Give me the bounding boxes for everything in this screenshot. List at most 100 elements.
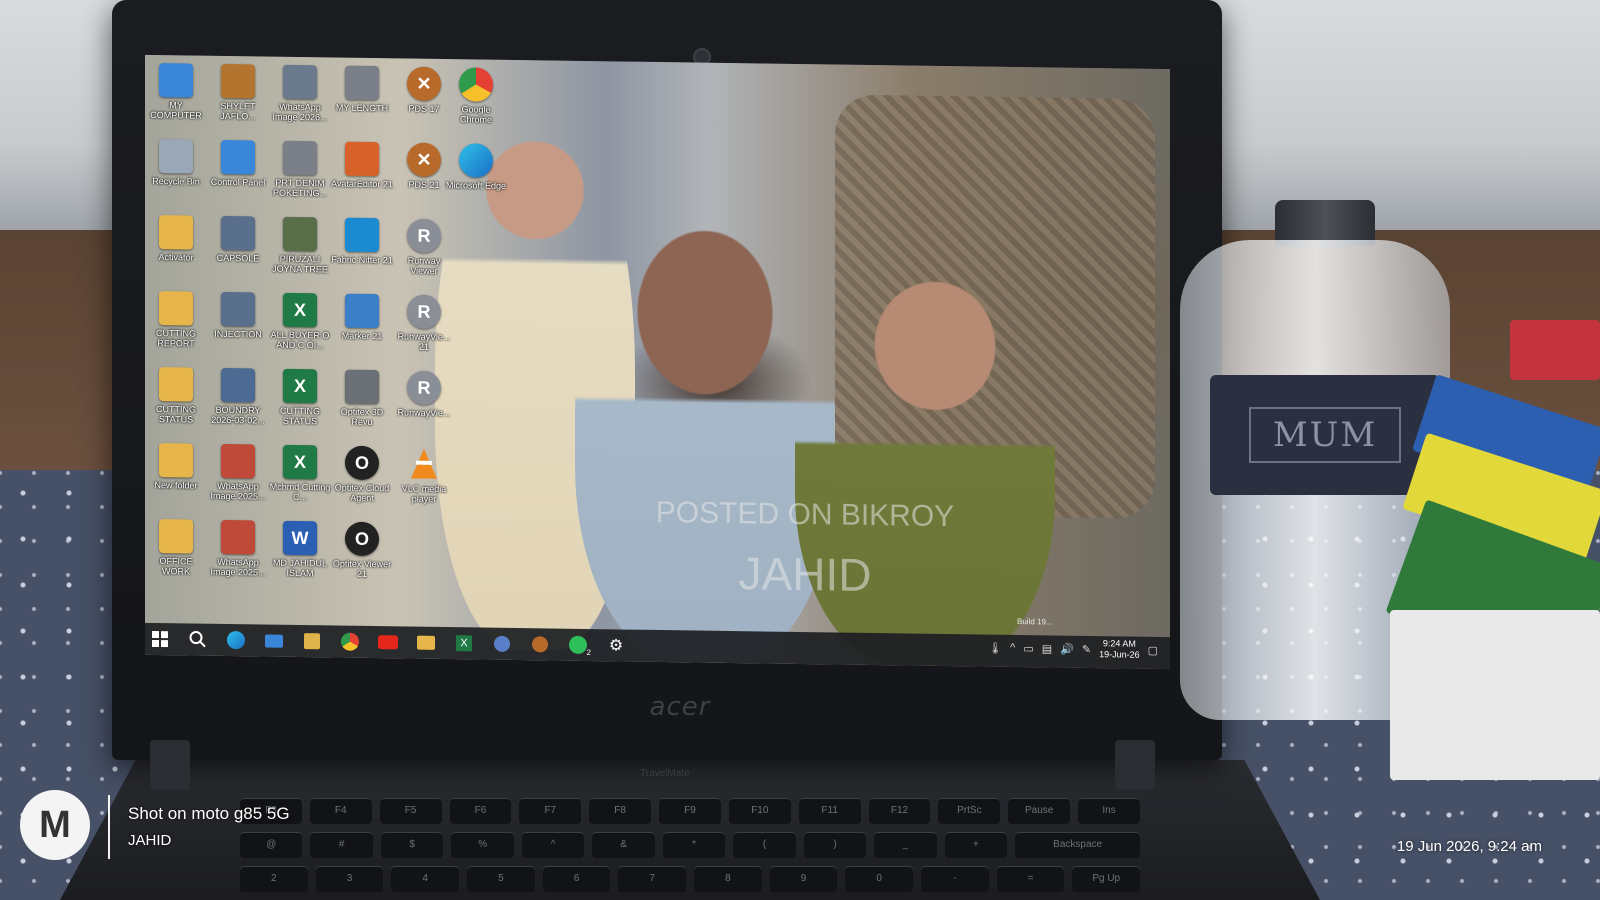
desktop-icon[interactable]: CUTTING STATUS bbox=[145, 367, 207, 425]
whatsapp-icon[interactable]: 2 bbox=[563, 631, 593, 659]
desktop-icon[interactable]: SHYLET JAFLO... bbox=[207, 63, 269, 122]
shot-author-text: JAHID bbox=[128, 832, 172, 849]
document-icon bbox=[345, 65, 379, 101]
whatsapp-badge: 2 bbox=[586, 648, 591, 658]
desktop-icon[interactable]: BOUNDRY 2026-03-02... bbox=[207, 367, 269, 426]
volume-icon[interactable]: 🔊 bbox=[1060, 642, 1074, 655]
desktop-icon[interactable]: VLC media player bbox=[393, 446, 455, 504]
key: F10 bbox=[728, 798, 791, 824]
key: & bbox=[592, 832, 655, 858]
desktop-icon-label: Optitex Viewer 21 bbox=[332, 558, 392, 579]
desktop-icon-label: AvatarEditor 21 bbox=[331, 178, 393, 190]
desktop-icon-label: MY COMPUTER bbox=[150, 100, 202, 121]
mail-icon[interactable] bbox=[259, 626, 289, 654]
network-icon[interactable]: ▤ bbox=[1042, 642, 1052, 655]
desktop-icon-label: INJECTION bbox=[214, 328, 262, 340]
key: - bbox=[921, 866, 989, 892]
desktop-icon[interactable]: WhatsApp Image 2026... bbox=[269, 64, 331, 123]
clock-time: 9:24 AM bbox=[1102, 638, 1136, 649]
desktop-icon[interactable]: Control Panel bbox=[207, 139, 269, 188]
desktop-icon[interactable]: O Optitex Cloud Agent bbox=[331, 445, 393, 503]
youtube-icon[interactable] bbox=[373, 628, 403, 656]
desktop-icon[interactable]: WhatsApp Image 2025... bbox=[207, 443, 269, 502]
file-explorer-icon[interactable] bbox=[411, 629, 441, 657]
pds-icon[interactable] bbox=[525, 630, 555, 658]
system-tray: 🌡 ^ ▭ ▤ 🔊 ✎ 9:24 AM 19-Jun-26 ▢ bbox=[988, 637, 1158, 661]
key: = bbox=[996, 866, 1065, 892]
laptop-brand-logo: acer bbox=[649, 692, 711, 722]
desktop-icon[interactable]: Microsoft Edge bbox=[445, 143, 507, 191]
temperature-icon[interactable]: 🌡 bbox=[988, 641, 1002, 654]
excel-icon: X bbox=[283, 292, 317, 328]
desktop-icon-label: WhatsApp Image 2026... bbox=[272, 101, 328, 123]
desktop-icon[interactable]: MY LENGTH bbox=[331, 65, 393, 113]
taskbar-clock[interactable]: 9:24 AM 19-Jun-26 bbox=[1099, 638, 1140, 661]
desktop-icon[interactable]: CAPSOLE bbox=[207, 215, 269, 264]
search-icon[interactable] bbox=[183, 625, 213, 653]
desktop-icon[interactable]: AvatarEditor 21 bbox=[331, 141, 393, 189]
desktop-icon[interactable]: X ALL BUYER O AND C OI... bbox=[269, 292, 331, 351]
key: Pg Up bbox=[1072, 866, 1141, 892]
excel-icon[interactable]: X bbox=[449, 629, 479, 657]
desktop-icon-label: MY LENGTH bbox=[335, 102, 389, 114]
watermark-line1: POSTED ON BIKROY bbox=[655, 495, 955, 534]
desktop-icon[interactable]: R Runway Viewer bbox=[393, 218, 455, 276]
desktop-icon[interactable]: Recycle Bin bbox=[145, 139, 207, 187]
desktop-icon[interactable]: Activator bbox=[145, 215, 207, 263]
desktop-icon[interactable]: Marker 21 bbox=[331, 293, 393, 341]
book-red bbox=[1510, 320, 1600, 380]
desktop-icon[interactable]: PIRUZALI JOYNA TREE bbox=[269, 216, 331, 275]
desktop-icon[interactable]: O Optitex Viewer 21 bbox=[331, 521, 393, 579]
desktop-icon[interactable]: W MD JAHIDUL ISLAM bbox=[269, 520, 331, 579]
document-icon bbox=[221, 291, 255, 327]
desktop-icon[interactable]: MY COMPUTER bbox=[145, 63, 207, 121]
optitex-3d-icon bbox=[345, 369, 379, 405]
key: # bbox=[310, 832, 373, 858]
key: $ bbox=[380, 832, 444, 858]
key: PrtSc bbox=[938, 798, 1001, 824]
folder-icon bbox=[159, 443, 193, 478]
desktop-icon[interactable]: Fabric Nifter 21 bbox=[331, 217, 393, 265]
desktop-icon-label: Microsoft Edge bbox=[445, 180, 507, 191]
desktop-icon[interactable]: X Mchmd Cutting C... bbox=[269, 444, 331, 503]
desktop-icon[interactable]: PRT DENIM POKETING... bbox=[269, 140, 331, 199]
notification-icon[interactable]: ▢ bbox=[1148, 643, 1158, 656]
desktop-icon[interactable]: Google Chrome bbox=[445, 67, 507, 125]
desktop-icon-label: RunwayVie... 21 bbox=[397, 331, 451, 352]
key: * bbox=[662, 832, 726, 858]
desktop-icon-label: CUTTING REPORT bbox=[156, 327, 196, 349]
app-icon[interactable] bbox=[487, 630, 517, 658]
desktop-icon[interactable]: OFFICE WORK bbox=[145, 519, 207, 577]
books-stack bbox=[1385, 310, 1600, 810]
desktop-icon[interactable]: INJECTION bbox=[207, 291, 269, 340]
pen-icon[interactable]: ✎ bbox=[1082, 642, 1091, 655]
marker-icon bbox=[345, 293, 379, 329]
battery-icon[interactable]: ▭ bbox=[1023, 642, 1033, 655]
desktop-icon[interactable]: R RunwayVie... 21 bbox=[393, 294, 455, 352]
control-panel-icon bbox=[221, 139, 255, 175]
image-icon bbox=[283, 216, 317, 252]
key: @ bbox=[240, 832, 303, 858]
desktop-icon-label: SHYLET JAFLO... bbox=[220, 100, 256, 122]
windows-start-icon[interactable] bbox=[145, 625, 175, 653]
desktop-icon[interactable]: X CUTTING STATUS bbox=[269, 368, 331, 427]
desktop-icon[interactable]: R RunwayVie... bbox=[393, 370, 455, 418]
chevron-up-icon[interactable]: ^ bbox=[1010, 642, 1015, 654]
pds-icon: ✕ bbox=[407, 66, 441, 101]
settings-icon[interactable]: ⚙ bbox=[601, 631, 631, 659]
recycle-bin-icon bbox=[159, 139, 193, 174]
desktop-icon[interactable]: New folder bbox=[145, 443, 207, 491]
store-icon[interactable] bbox=[297, 627, 327, 655]
chrome-icon[interactable] bbox=[335, 627, 365, 655]
desktop-icon[interactable]: WhatsApp Image 2025... bbox=[207, 519, 269, 578]
folder-icon bbox=[159, 367, 193, 402]
edge-icon[interactable] bbox=[221, 626, 251, 654]
key: Pause bbox=[1008, 798, 1071, 824]
shot-timestamp: 19 Jun 2026, 9:24 am bbox=[1396, 838, 1542, 855]
shot-on-text: Shot on moto g85 5G bbox=[128, 804, 290, 823]
desktop-icon-label: Control Panel bbox=[210, 176, 266, 188]
key: 8 bbox=[694, 866, 762, 892]
keyboard-model-label: TravelMate bbox=[640, 768, 690, 779]
desktop-icon[interactable]: Optitex 3D Revu bbox=[331, 369, 393, 427]
desktop-icon[interactable]: CUTTING REPORT bbox=[145, 291, 207, 349]
